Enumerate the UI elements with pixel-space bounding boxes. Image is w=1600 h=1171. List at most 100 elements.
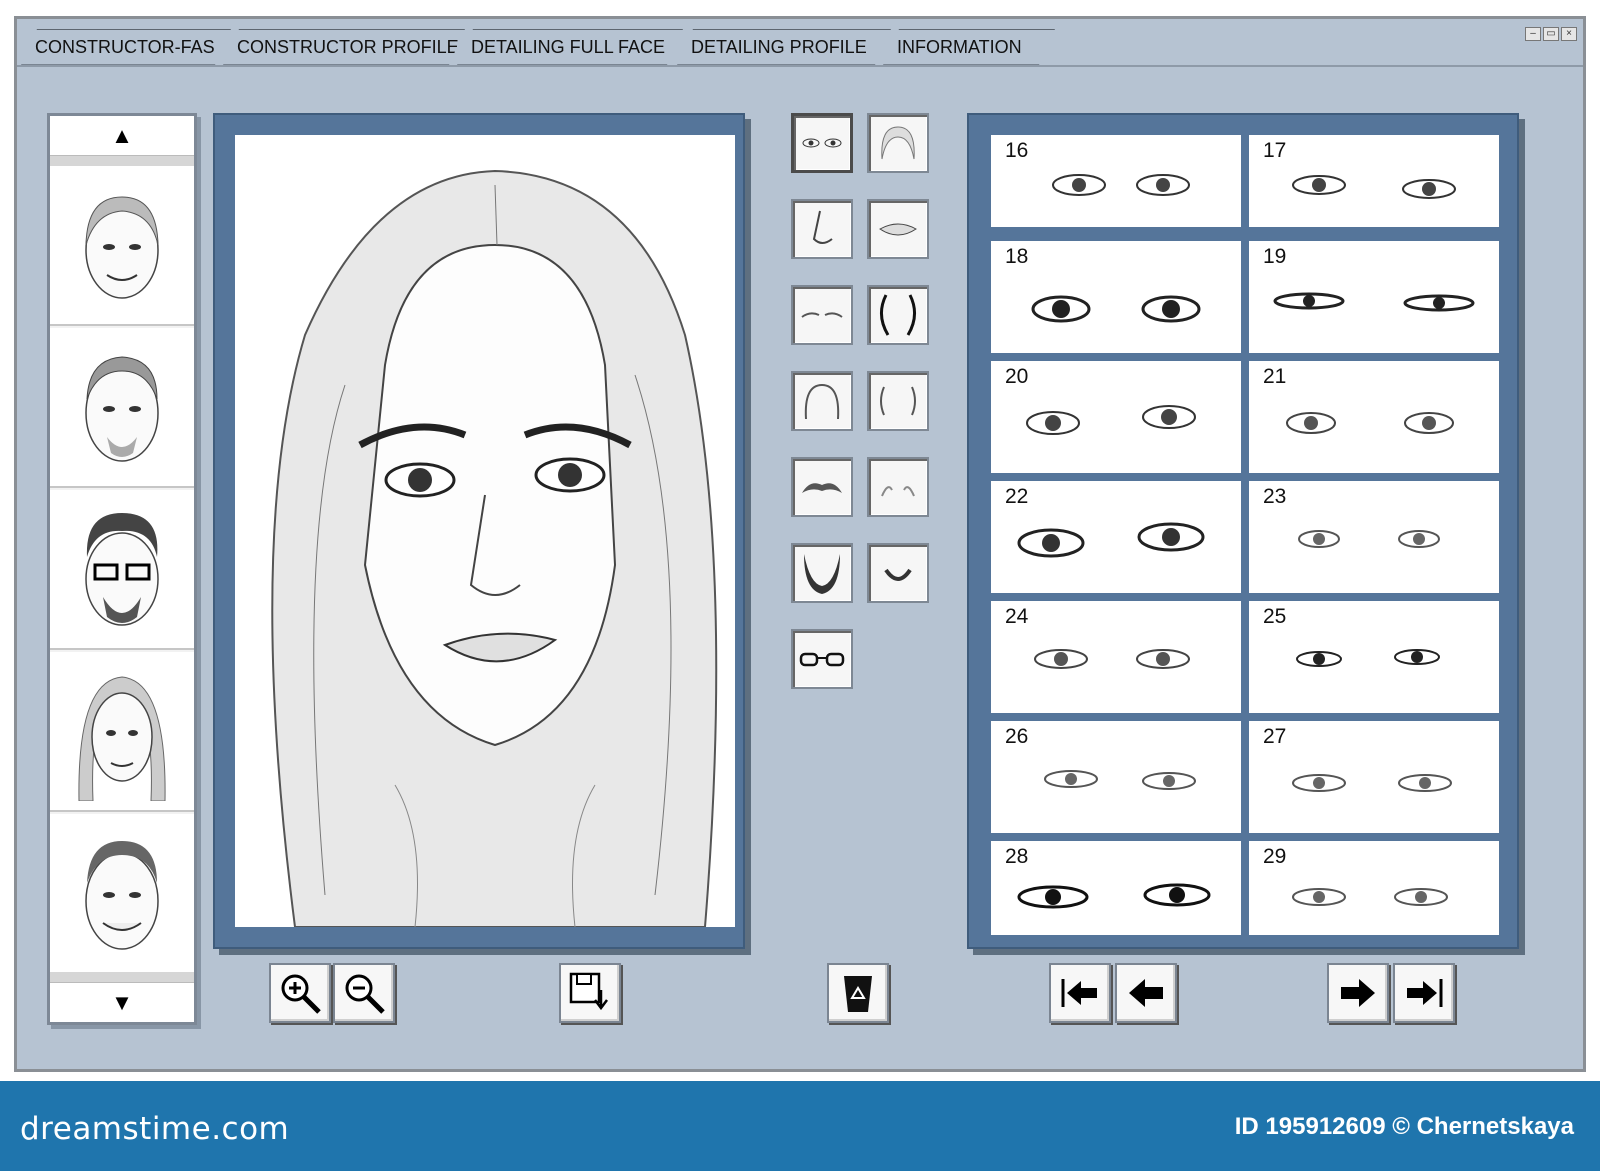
face-sketch-icon <box>85 841 159 950</box>
eyebrows-icon <box>801 312 843 318</box>
eyes-icon <box>1286 412 1454 434</box>
eye-option-26[interactable]: 26 <box>991 721 1241 833</box>
tab-constructor-fas[interactable]: CONSTRUCTOR-FAS <box>21 29 231 65</box>
eye-option-28[interactable]: 28 <box>991 841 1241 935</box>
option-number: 27 <box>1263 725 1287 748</box>
scroll-up-button[interactable]: ▲ <box>50 116 194 156</box>
eyes-icon <box>1292 888 1448 906</box>
feature-ears-button[interactable] <box>867 371 929 431</box>
option-number: 18 <box>1005 245 1029 268</box>
face-thumbnail-4[interactable] <box>50 652 194 812</box>
eyes-icon <box>1017 522 1205 558</box>
next-button[interactable] <box>1327 963 1389 1023</box>
eye-option-18[interactable]: 18 <box>991 241 1241 353</box>
option-number: 24 <box>1005 605 1029 628</box>
face-thumbnail-strip: ▲ ▼ <box>47 113 197 1025</box>
eyes-icon <box>1026 405 1196 435</box>
eye-option-25[interactable]: 25 <box>1249 601 1499 713</box>
face-thumbnail-1[interactable] <box>50 166 194 326</box>
feature-face-shape-button[interactable] <box>867 285 929 345</box>
tab-bar: CONSTRUCTOR-FAS CONSTRUCTOR PROFILE DETA… <box>17 29 1583 65</box>
eyes-icon <box>1031 295 1201 323</box>
feature-eyebrows-button[interactable] <box>791 285 853 345</box>
eye-option-24[interactable]: 24 <box>991 601 1241 713</box>
arrow-left-icon <box>1129 979 1163 1007</box>
recycle-button[interactable] <box>827 963 889 1023</box>
last-page-button[interactable] <box>1393 963 1455 1023</box>
eyes-icon <box>1292 774 1452 792</box>
eyes-icon <box>802 138 842 148</box>
beard-icon <box>804 554 840 594</box>
arrow-to-end-icon <box>1407 979 1443 1007</box>
feature-chin-button[interactable] <box>867 543 929 603</box>
option-number: 22 <box>1005 485 1029 508</box>
eye-catalog-panel: 16 17 18 19 20 21 22 23 24 25 26 27 28 2… <box>967 113 1519 949</box>
feature-hairline-button[interactable] <box>791 371 853 431</box>
eye-option-29[interactable]: 29 <box>1249 841 1499 935</box>
face-thumbnail-2[interactable] <box>50 328 194 488</box>
chin-icon <box>884 568 912 581</box>
restore-button[interactable]: ▭ <box>1543 27 1559 41</box>
cheeks-icon <box>881 486 915 497</box>
lips-icon <box>879 223 917 236</box>
face-sketch-icon <box>85 356 159 462</box>
feature-lips-button[interactable] <box>867 199 929 259</box>
option-number: 21 <box>1263 365 1287 388</box>
save-button[interactable] <box>559 963 621 1023</box>
option-number: 29 <box>1263 845 1287 868</box>
eyes-icon <box>1034 649 1190 669</box>
zoom-in-icon <box>281 974 321 1014</box>
option-number: 26 <box>1005 725 1029 748</box>
scroll-down-button[interactable]: ▼ <box>50 982 194 1022</box>
feature-hair-button[interactable] <box>867 113 929 173</box>
tab-detailing-profile[interactable]: DETAILING PROFILE <box>677 29 891 65</box>
nose-icon <box>812 210 833 244</box>
strip-spacer <box>50 156 194 166</box>
glasses-icon <box>799 652 845 667</box>
face-sketch-icon <box>78 676 166 801</box>
zoom-out-button[interactable] <box>333 963 395 1023</box>
face-thumbnail-3[interactable] <box>50 490 194 650</box>
close-button[interactable]: × <box>1561 27 1577 41</box>
previous-button[interactable] <box>1115 963 1177 1023</box>
recycle-bin-icon <box>844 976 872 1012</box>
eye-option-16[interactable]: 16 <box>991 135 1241 227</box>
zoom-out-icon <box>345 974 385 1014</box>
zoom-in-button[interactable] <box>269 963 331 1023</box>
option-number: 20 <box>1005 365 1029 388</box>
mustache-icon <box>802 483 842 493</box>
first-page-button[interactable] <box>1049 963 1111 1023</box>
tab-divider <box>17 65 1583 67</box>
face-thumbnail-5[interactable] <box>50 814 194 974</box>
eye-option-22[interactable]: 22 <box>991 481 1241 593</box>
tab-label: DETAILING FULL FACE <box>471 37 666 57</box>
tab-information[interactable]: INFORMATION <box>883 29 1055 65</box>
minimize-button[interactable]: – <box>1525 27 1541 41</box>
feature-glasses-button[interactable] <box>791 629 853 689</box>
face-shape-icon <box>880 294 916 336</box>
tab-constructor-profile[interactable]: CONSTRUCTOR PROFILE <box>223 29 465 65</box>
tab-label: CONSTRUCTOR-FAS <box>35 37 215 57</box>
feature-cheeks-button[interactable] <box>867 457 929 517</box>
eyes-icon <box>1052 174 1190 196</box>
eye-option-27[interactable]: 27 <box>1249 721 1499 833</box>
eye-option-21[interactable]: 21 <box>1249 361 1499 473</box>
eyes-icon <box>1044 770 1196 790</box>
tab-detailing-full-face[interactable]: DETAILING FULL FACE <box>457 29 683 65</box>
eye-option-17[interactable]: 17 <box>1249 135 1499 227</box>
eye-option-20[interactable]: 20 <box>991 361 1241 473</box>
hair-icon <box>881 126 915 160</box>
feature-mustache-button[interactable] <box>791 457 853 517</box>
feature-beard-button[interactable] <box>791 543 853 603</box>
eyes-icon <box>1298 530 1440 548</box>
window-controls: – ▭ × <box>1525 27 1577 41</box>
feature-eyes-button[interactable] <box>791 113 853 173</box>
ears-icon <box>880 386 916 416</box>
face-sketch-icon <box>85 513 159 626</box>
eye-option-19[interactable]: 19 <box>1249 241 1499 353</box>
option-number: 23 <box>1263 485 1287 508</box>
eye-option-23[interactable]: 23 <box>1249 481 1499 593</box>
eyes-icon <box>1296 649 1440 667</box>
tab-label: INFORMATION <box>897 37 1022 57</box>
feature-nose-button[interactable] <box>791 199 853 259</box>
